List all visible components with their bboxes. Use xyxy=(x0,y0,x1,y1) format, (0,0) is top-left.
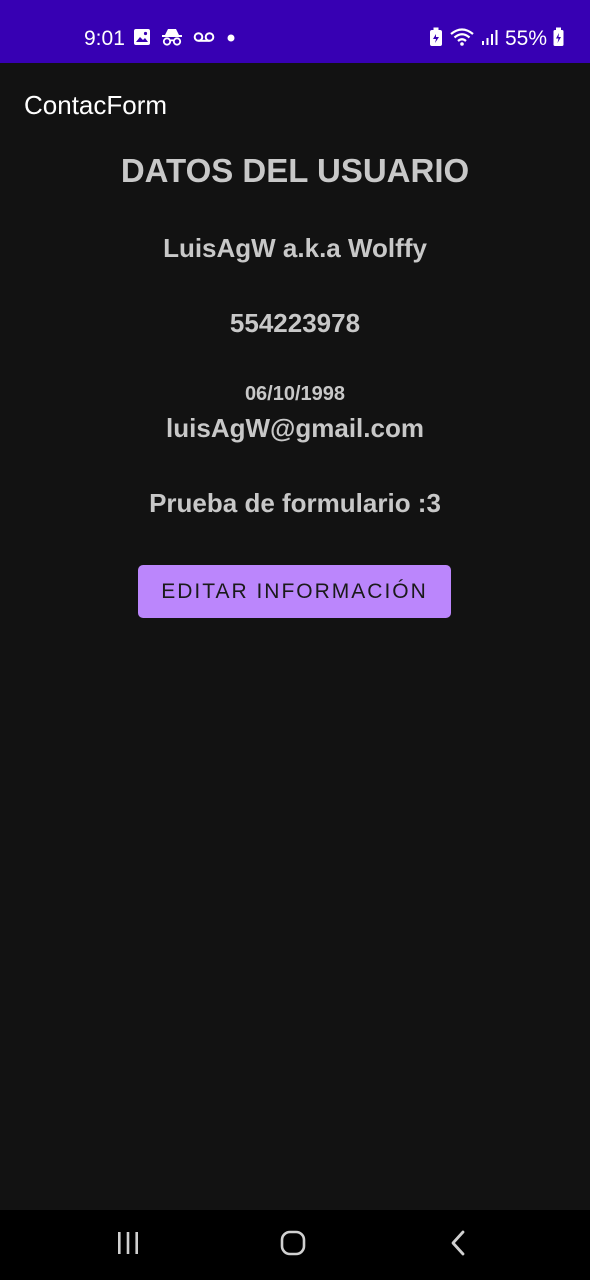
user-description: Prueba de formulario :3 xyxy=(149,488,441,518)
dot-icon xyxy=(225,31,237,49)
battery-saver-icon xyxy=(429,27,443,52)
user-phone: 554223978 xyxy=(229,308,361,338)
user-email: luisAgW@gmail.com xyxy=(166,413,424,443)
status-bar: 9:01 55% xyxy=(0,0,590,63)
page-heading: DATOS DEL USUARIO xyxy=(120,152,470,189)
voicemail-icon xyxy=(193,30,215,49)
battery-percentage: 55% xyxy=(504,27,547,50)
status-time: 9:01 xyxy=(84,27,125,50)
system-status-icons: 55% xyxy=(429,25,564,53)
app-title: ContacForm xyxy=(24,90,168,120)
user-birth-date: 06/10/1998 xyxy=(244,383,346,405)
home-button[interactable] xyxy=(275,1228,311,1262)
back-icon xyxy=(450,1230,466,1261)
incognito-icon xyxy=(161,28,183,51)
notification-icons xyxy=(133,28,237,51)
user-name: LuisAgW a.k.a Wolffy xyxy=(163,233,427,263)
signal-icon xyxy=(481,28,499,51)
edit-info-button[interactable]: EDITAR INFORMACIÓN xyxy=(138,565,451,618)
wifi-icon xyxy=(449,27,475,52)
back-button[interactable] xyxy=(440,1228,476,1262)
recent-apps-icon xyxy=(115,1231,141,1260)
recent-apps-button[interactable] xyxy=(110,1228,146,1262)
home-icon xyxy=(280,1230,306,1261)
image-icon xyxy=(133,28,151,51)
battery-icon xyxy=(553,27,564,52)
navigation-bar xyxy=(0,1210,590,1280)
app-bar: ContacForm xyxy=(0,63,590,145)
